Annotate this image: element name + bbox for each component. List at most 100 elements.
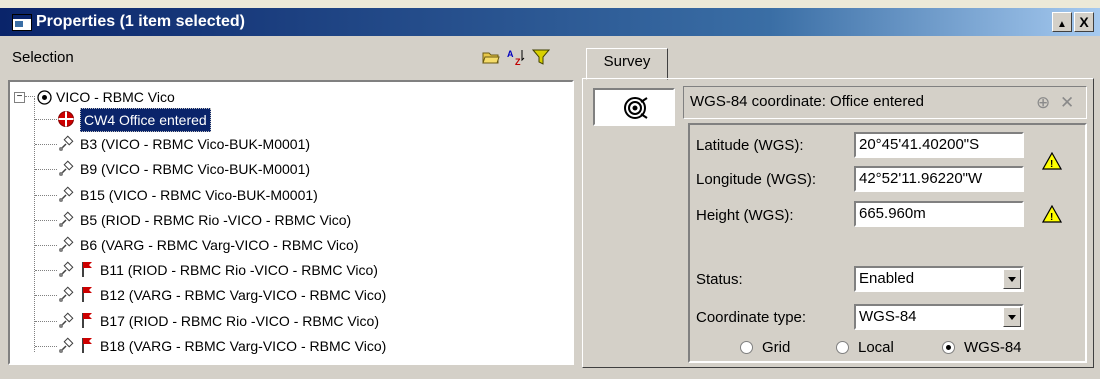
satellite-icon: [59, 286, 74, 303]
latitude-warning-icon: !: [1042, 152, 1062, 170]
flag-icon: [82, 312, 92, 328]
tree-item-row[interactable]: B9 (VICO - RBMC Vico-BUK-M0001): [10, 158, 570, 180]
tree-connector: [35, 345, 57, 347]
radio-wgs84-label: WGS-84: [964, 339, 1022, 356]
radio-grid-circle[interactable]: [740, 341, 753, 354]
satellite-icon: [59, 186, 74, 202]
tree-item-row[interactable]: B18 (VARG - RBMC Varg-VICO - RBMC Vico): [10, 335, 570, 357]
satellite-icon: [59, 337, 74, 353]
status-label: Status:: [696, 271, 743, 288]
satellite-icon: [59, 236, 74, 252]
control-point-icon: [58, 111, 74, 127]
crosshair-icon[interactable]: ⊕: [1036, 93, 1050, 113]
filter-icon[interactable]: [532, 48, 550, 66]
coordinate-type-value: WGS-84: [859, 308, 917, 325]
close-button[interactable]: X: [1074, 12, 1094, 32]
tree-item-label: B9 (VICO - RBMC Vico-BUK-M0001): [80, 161, 311, 178]
tree-item-label: B18 (VARG - RBMC Varg-VICO - RBMC Vico): [100, 337, 387, 354]
tree-root-label: VICO - RBMC Vico: [56, 89, 175, 105]
coordinate-header-text: WGS-84 coordinate: Office entered: [690, 93, 925, 110]
radio-wgs84[interactable]: WGS-84: [942, 339, 1042, 359]
satellite-icon: [59, 211, 74, 227]
latitude-label: Latitude (WGS):: [696, 137, 804, 154]
svg-text:Z: Z: [515, 57, 521, 66]
tree-item-row[interactable]: B5 (RIOD - RBMC Rio -VICO - RBMC Vico): [10, 209, 570, 231]
height-label: Height (WGS):: [696, 207, 794, 224]
status-dropdown-arrow[interactable]: [1003, 269, 1021, 289]
tree-item-label: B3 (VICO - RBMC Vico-BUK-M0001): [80, 136, 311, 153]
tree-item-label: B12 (VARG - RBMC Varg-VICO - RBMC Vico): [100, 287, 387, 304]
flag-icon: [82, 337, 92, 353]
tree-connector: [35, 194, 57, 196]
tree-item-label: CW4 Office entered: [80, 108, 211, 132]
coordinate-header: WGS-84 coordinate: Office entered ⊕ ✕: [683, 86, 1087, 119]
tree-item-label: B5 (RIOD - RBMC Rio -VICO - RBMC Vico): [80, 211, 352, 228]
tree-connector: [35, 245, 57, 246]
properties-window-icon: [12, 14, 32, 31]
svg-text:!: !: [1050, 159, 1053, 170]
tree-item-label: B17 (RIOD - RBMC Rio -VICO - RBMC Vico): [100, 312, 379, 329]
tree-connector: [35, 320, 57, 322]
selection-tree[interactable]: − VICO - RBMC Vico CW4 Office entered B3 …: [8, 80, 574, 365]
tree-connector: [35, 219, 57, 221]
satellite-icon: [59, 312, 74, 328]
svg-text:!: !: [1050, 212, 1053, 223]
longitude-label: Longitude (WGS):: [696, 171, 817, 188]
radio-grid[interactable]: Grid: [740, 339, 810, 359]
tree-connector: [35, 295, 57, 297]
tab-survey[interactable]: Survey: [586, 48, 668, 80]
coordinate-type-dropdown-arrow[interactable]: [1003, 307, 1021, 327]
tree-item-row[interactable]: B15 (VICO - RBMC Vico-BUK-M0001): [10, 184, 570, 206]
radio-local-circle[interactable]: [836, 341, 849, 354]
selection-label: Selection: [12, 49, 74, 66]
sort-az-icon[interactable]: A Z: [507, 48, 525, 66]
folder-icon[interactable]: [482, 48, 500, 66]
longitude-field[interactable]: 42°52'11.96220"W: [854, 166, 1024, 192]
window-title: Properties (1 item selected): [36, 13, 245, 30]
tree-item-label: B11 (RIOD - RBMC Rio -VICO - RBMC Vico): [100, 262, 378, 279]
tree-item-row[interactable]: B3 (VICO - RBMC Vico-BUK-M0001): [10, 133, 570, 155]
height-warning-icon: !: [1042, 205, 1062, 223]
radio-local[interactable]: Local: [836, 339, 916, 359]
maximize-button[interactable]: ▲: [1052, 12, 1072, 32]
radio-grid-label: Grid: [762, 339, 791, 356]
tree-connector: [35, 270, 57, 272]
height-field[interactable]: 665.960m: [854, 201, 1024, 227]
delete-x-icon[interactable]: ✕: [1060, 93, 1074, 113]
flag-icon: [82, 262, 92, 278]
survey-view-button[interactable]: [593, 88, 675, 126]
tree-root-connector: [25, 96, 35, 97]
coordinate-type-select[interactable]: WGS-84: [854, 304, 1024, 330]
tree-connector: [35, 144, 57, 146]
selection-header: Selection A Z: [4, 40, 576, 74]
tree-item-label: B15 (VICO - RBMC Vico-BUK-M0001): [80, 186, 318, 203]
title-bar[interactable]: Properties (1 item selected) ▲ X: [0, 8, 1100, 36]
satellite-icon: [59, 261, 74, 278]
tree-connector: [35, 169, 57, 171]
status-value: Enabled: [859, 270, 915, 287]
svg-text:A: A: [507, 49, 514, 59]
collapse-toggle[interactable]: −: [14, 92, 25, 103]
satellite-icon: [59, 135, 74, 152]
tree-item-row[interactable]: B11 (RIOD - RBMC Rio -VICO - RBMC Vico): [10, 259, 570, 281]
flag-icon: [82, 287, 92, 303]
close-icon: X: [1079, 14, 1089, 30]
radio-wgs84-circle[interactable]: [942, 341, 955, 354]
tree-item-row[interactable]: CW4 Office entered: [10, 108, 570, 132]
tree-item-row[interactable]: B17 (RIOD - RBMC Rio -VICO - RBMC Vico): [10, 310, 570, 332]
base-station-icon: [37, 90, 52, 105]
tree-item-row[interactable]: B6 (VARG - RBMC Varg-VICO - RBMC Vico): [10, 234, 570, 256]
latitude-field[interactable]: 20°45'41.40200"S: [854, 132, 1024, 158]
tree-item-label: B6 (VARG - RBMC Varg-VICO - RBMC Vico): [80, 237, 359, 253]
status-select[interactable]: Enabled: [854, 266, 1024, 292]
satellite-icon: [59, 160, 74, 177]
coordinate-type-label: Coordinate type:: [696, 309, 807, 326]
radio-local-label: Local: [858, 339, 894, 356]
tree-item-row[interactable]: B12 (VARG - RBMC Varg-VICO - RBMC Vico): [10, 284, 570, 306]
tree-root-row[interactable]: − VICO - RBMC Vico: [10, 86, 410, 108]
maximize-icon: ▲: [1057, 19, 1067, 30]
top-strip: [0, 0, 1100, 8]
tree-connector: [35, 119, 57, 120]
survey-target-icon: [624, 97, 648, 119]
coordinate-panel: Latitude (WGS): 20°45'41.40200"S Longitu…: [688, 123, 1087, 363]
